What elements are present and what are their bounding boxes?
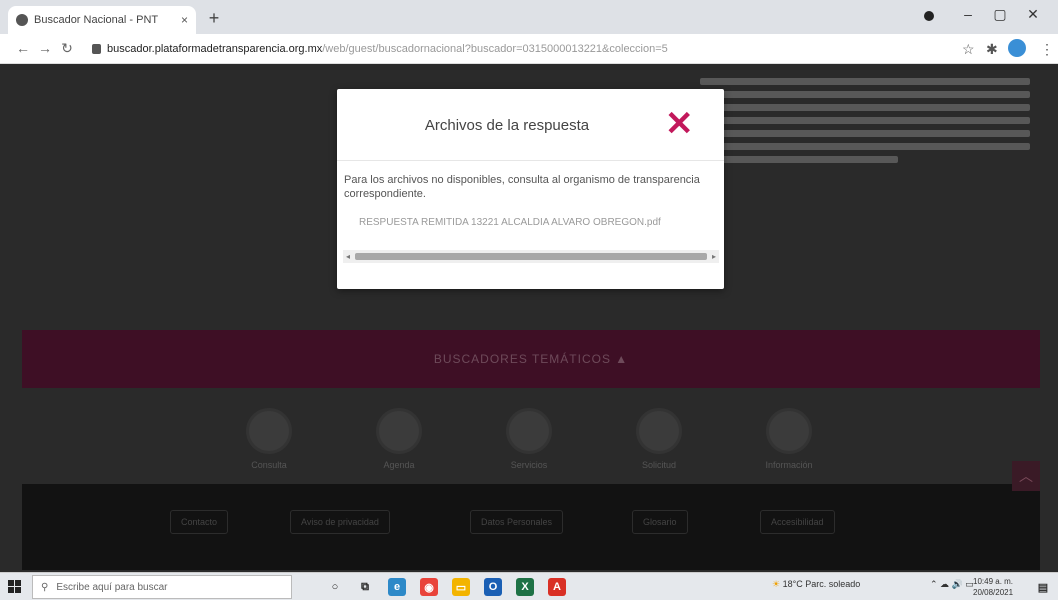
tab-close-icon[interactable]: × (181, 13, 188, 27)
profile-avatar[interactable] (1008, 39, 1026, 57)
search-icon: ⚲ (41, 581, 49, 593)
modal-title: Archivos de la respuesta (424, 117, 590, 134)
scroll-to-top-icon[interactable]: ︿ (1012, 461, 1040, 491)
lock-icon (92, 44, 101, 54)
browser-toolbar: ← → ↻ buscador.plataformadetransparencia… (0, 34, 1058, 64)
cortana-icon[interactable]: ○ (326, 578, 344, 596)
search-placeholder: Escribe aquí para buscar (56, 581, 168, 593)
chrome-icon[interactable]: ◉ (420, 578, 438, 596)
modal-message: Para los archivos no disponibles, consul… (344, 174, 700, 200)
page-footer: Contacto Aviso de privacidad Datos Perso… (22, 484, 1040, 570)
site-favicon-icon (16, 14, 28, 26)
footer-link[interactable]: Datos Personales (470, 510, 564, 534)
circle-label: Agenda (383, 460, 415, 470)
thematic-search-label: BUSCADORES TEMÁTICOS ▲ (433, 352, 629, 366)
background-text-block (700, 72, 1030, 212)
scroll-right-icon[interactable]: ▸ (709, 250, 719, 263)
file-explorer-icon[interactable]: ▭ (452, 578, 470, 596)
clock-date: 20/08/2021 (973, 588, 1014, 597)
modal-header: Archivos de la respuesta ✕ (337, 89, 724, 161)
notifications-icon[interactable]: ▤ (1034, 578, 1052, 596)
new-tab-button[interactable]: + (204, 8, 224, 29)
circle-label: Consulta (251, 460, 287, 470)
url-path: /web/guest/buscadornacional?buscador=031… (322, 43, 668, 55)
scroll-left-icon[interactable]: ◂ (343, 250, 353, 263)
weather-widget[interactable]: ☀ 18°C Parc. soleado (772, 579, 860, 590)
bookmark-star-icon[interactable]: ☆ (962, 41, 975, 58)
reload-icon[interactable]: ↻ (58, 40, 76, 57)
excel-icon[interactable]: X (516, 578, 534, 596)
modal-close-icon[interactable]: ✕ (665, 107, 694, 141)
forward-icon[interactable]: → (36, 40, 54, 56)
taskbar-clock[interactable]: 10:49 a. m. 20/08/2021 (973, 576, 1013, 598)
address-bar[interactable]: buscador.plataformadetransparencia.org.m… (92, 38, 952, 60)
close-window-button[interactable]: ✕ (1018, 6, 1048, 23)
maximize-button[interactable]: ▢ (985, 6, 1015, 23)
acrobat-icon[interactable]: A (548, 578, 566, 596)
outlook-icon[interactable]: O (484, 578, 502, 596)
solicitud-circle-icon[interactable] (636, 408, 682, 454)
tab-title: Buscador Nacional - PNT (34, 14, 159, 26)
windows-taskbar: ⚲ Escribe aquí para buscar ○ ⧉ e ◉ ▭ O X… (0, 572, 1058, 600)
informacion-circle-icon[interactable] (766, 408, 812, 454)
browser-tab[interactable]: Buscador Nacional - PNT × (8, 6, 196, 34)
circle-label: Servicios (510, 460, 548, 470)
taskbar-search-input[interactable]: ⚲ Escribe aquí para buscar (32, 575, 292, 599)
minimize-button[interactable]: – (953, 6, 983, 22)
browser-tabbar: Buscador Nacional - PNT × + – ▢ ✕ (0, 0, 1058, 34)
footer-link[interactable]: Glosario (632, 510, 688, 534)
tray-icons[interactable]: ⌃ ☁ 🔊 ▭ (930, 579, 974, 590)
weather-sun-icon: ☀ (772, 579, 781, 589)
windows-start-icon[interactable] (8, 580, 22, 594)
extensions-icon[interactable]: ✱ (986, 41, 998, 58)
footer-link[interactable]: Aviso de privacidad (290, 510, 390, 534)
thematic-search-bar[interactable]: BUSCADORES TEMÁTICOS ▲ (22, 330, 1040, 388)
edge-icon[interactable]: e (388, 578, 406, 596)
back-icon[interactable]: ← (14, 40, 32, 56)
footer-link[interactable]: Contacto (170, 510, 229, 534)
circle-label: Solicitud (641, 460, 677, 470)
agenda-circle-icon[interactable] (376, 408, 422, 454)
clock-time: 10:49 a. m. (973, 577, 1014, 586)
circle-label: Información (765, 460, 813, 470)
weather-text: 18°C Parc. soleado (782, 579, 861, 589)
task-view-icon[interactable]: ⧉ (356, 578, 374, 596)
scrollbar-thumb[interactable] (355, 253, 707, 260)
menu-icon[interactable]: ⋮ (1040, 41, 1054, 58)
record-indicator-icon (924, 11, 934, 21)
modal-horizontal-scrollbar[interactable]: ◂ ▸ (343, 250, 719, 263)
file-link[interactable]: RESPUESTA REMITIDA 13221 ALCALDIA ALVARO… (359, 217, 661, 228)
footer-link[interactable]: Accesibilidad (760, 510, 835, 534)
files-modal: Archivos de la respuesta ✕ Para los arch… (337, 89, 724, 289)
url-host: buscador.plataformadetransparencia.org.m… (107, 43, 323, 55)
servicios-circle-icon[interactable] (506, 408, 552, 454)
consulta-circle-icon[interactable] (246, 408, 292, 454)
